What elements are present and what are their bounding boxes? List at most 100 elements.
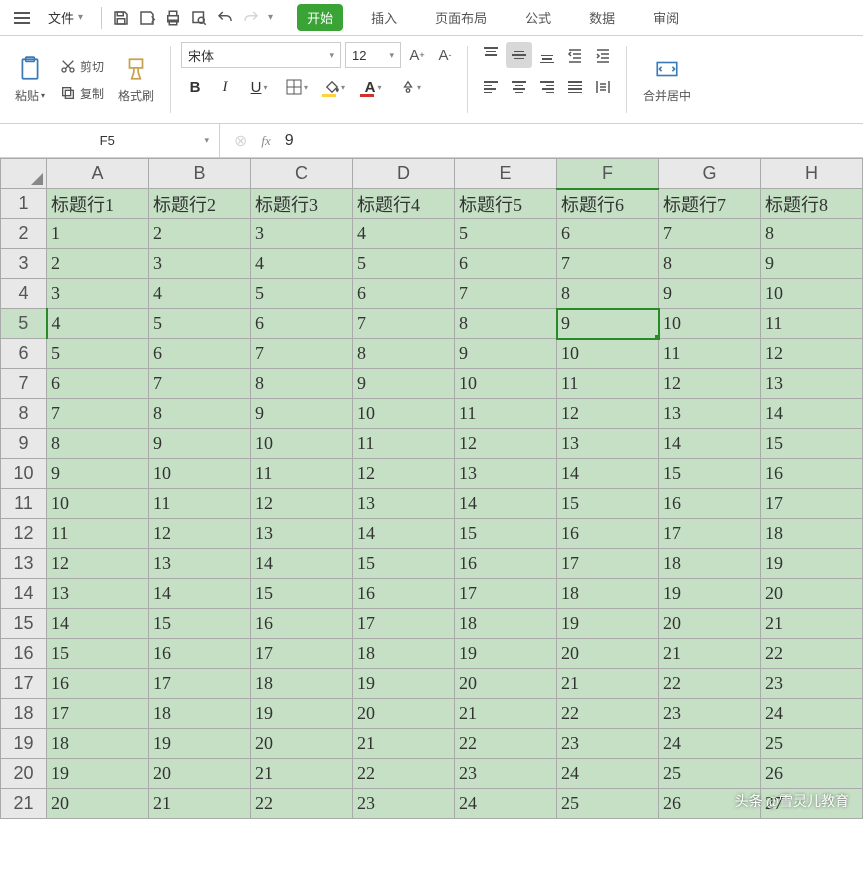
cell[interactable]: 14 <box>47 609 149 639</box>
cell[interactable]: 19 <box>557 609 659 639</box>
cell[interactable]: 19 <box>251 699 353 729</box>
font-size-selector[interactable]: 12 ▾ <box>345 42 401 68</box>
cell[interactable]: 7 <box>47 399 149 429</box>
increase-indent-button[interactable] <box>590 42 616 68</box>
cell[interactable]: 17 <box>659 519 761 549</box>
cell[interactable]: 19 <box>149 729 251 759</box>
effects-button[interactable]: ▾ <box>393 74 429 100</box>
cell[interactable]: 6 <box>455 249 557 279</box>
cell[interactable]: 19 <box>353 669 455 699</box>
print-icon[interactable] <box>164 9 182 27</box>
cell[interactable]: 11 <box>761 309 863 339</box>
cell[interactable]: 4 <box>353 219 455 249</box>
cell[interactable]: 6 <box>149 339 251 369</box>
fill-color-button[interactable]: ▾ <box>317 74 353 100</box>
menu-tab-1[interactable]: 插入 <box>361 4 407 31</box>
cell[interactable]: 21 <box>557 669 659 699</box>
cell[interactable]: 20 <box>659 609 761 639</box>
menu-tab-5[interactable]: 审阅 <box>643 4 689 31</box>
cell[interactable]: 22 <box>353 759 455 789</box>
cell[interactable]: 1 <box>47 219 149 249</box>
hamburger-icon[interactable] <box>8 6 36 30</box>
cell[interactable]: 15 <box>557 489 659 519</box>
row-header-15[interactable]: 15 <box>1 609 47 639</box>
row-header-11[interactable]: 11 <box>1 489 47 519</box>
cell[interactable]: 18 <box>149 699 251 729</box>
cell[interactable]: 12 <box>251 489 353 519</box>
row-header-14[interactable]: 14 <box>1 579 47 609</box>
cell[interactable]: 25 <box>557 789 659 819</box>
cell[interactable]: 标题行1 <box>47 189 149 219</box>
cell[interactable]: 15 <box>149 609 251 639</box>
cell[interactable]: 15 <box>353 549 455 579</box>
cell[interactable]: 11 <box>659 339 761 369</box>
cell[interactable]: 17 <box>761 489 863 519</box>
bold-button[interactable]: B <box>181 74 209 100</box>
cell[interactable]: 12 <box>557 399 659 429</box>
cell[interactable]: 9 <box>251 399 353 429</box>
cell[interactable]: 11 <box>353 429 455 459</box>
align-center-button[interactable] <box>506 74 532 100</box>
cell[interactable]: 24 <box>455 789 557 819</box>
borders-button[interactable]: ▾ <box>279 74 315 100</box>
align-left-button[interactable] <box>478 74 504 100</box>
row-header-19[interactable]: 19 <box>1 729 47 759</box>
cell[interactable]: 15 <box>47 639 149 669</box>
cell[interactable]: 13 <box>251 519 353 549</box>
cell[interactable]: 16 <box>47 669 149 699</box>
cell[interactable]: 18 <box>761 519 863 549</box>
cell[interactable]: 12 <box>149 519 251 549</box>
cell[interactable]: 13 <box>455 459 557 489</box>
cell[interactable]: 13 <box>47 579 149 609</box>
row-header-1[interactable]: 1 <box>1 189 47 219</box>
cell[interactable]: 标题行6 <box>557 189 659 219</box>
cell[interactable]: 17 <box>557 549 659 579</box>
cancel-icon[interactable]: ⊗ <box>234 131 247 151</box>
cell[interactable]: 18 <box>251 669 353 699</box>
cell[interactable]: 18 <box>455 609 557 639</box>
cell[interactable]: 8 <box>557 279 659 309</box>
cell[interactable]: 13 <box>353 489 455 519</box>
merge-center-button[interactable]: 合并居中 <box>637 42 697 117</box>
align-middle-button[interactable] <box>506 42 532 68</box>
cell[interactable]: 标题行8 <box>761 189 863 219</box>
font-color-button[interactable]: A▾ <box>355 74 391 100</box>
increase-font-button[interactable]: A+ <box>405 42 429 68</box>
file-menu[interactable]: 文件 ▾ <box>40 4 91 31</box>
cell[interactable]: 16 <box>353 579 455 609</box>
cell[interactable]: 标题行3 <box>251 189 353 219</box>
row-header-20[interactable]: 20 <box>1 759 47 789</box>
cell[interactable]: 10 <box>47 489 149 519</box>
cell[interactable]: 20 <box>761 579 863 609</box>
cell[interactable]: 11 <box>251 459 353 489</box>
cell[interactable]: 18 <box>47 729 149 759</box>
cell[interactable]: 18 <box>557 579 659 609</box>
row-header-4[interactable]: 4 <box>1 279 47 309</box>
cell[interactable]: 13 <box>659 399 761 429</box>
column-header-B[interactable]: B <box>149 159 251 189</box>
cell[interactable]: 标题行2 <box>149 189 251 219</box>
cell[interactable]: 15 <box>251 579 353 609</box>
cell[interactable]: 5 <box>47 339 149 369</box>
formula-input[interactable]: 9 <box>285 132 849 150</box>
menu-tab-2[interactable]: 页面布局 <box>425 4 497 31</box>
row-header-12[interactable]: 12 <box>1 519 47 549</box>
cell[interactable]: 16 <box>251 609 353 639</box>
cell[interactable]: 21 <box>761 609 863 639</box>
cell[interactable]: 9 <box>149 429 251 459</box>
cell[interactable]: 22 <box>659 669 761 699</box>
cell[interactable]: 14 <box>557 459 659 489</box>
cell[interactable]: 12 <box>353 459 455 489</box>
cell[interactable]: 21 <box>455 699 557 729</box>
cell[interactable]: 18 <box>659 549 761 579</box>
cell[interactable]: 17 <box>47 699 149 729</box>
cell[interactable]: 19 <box>761 549 863 579</box>
grid[interactable]: ABCDEFGH1标题行1标题行2标题行3标题行4标题行5标题行6标题行7标题行… <box>0 158 863 819</box>
menu-tab-0[interactable]: 开始 <box>297 4 343 31</box>
cell[interactable]: 25 <box>659 759 761 789</box>
cell[interactable]: 11 <box>149 489 251 519</box>
cell[interactable]: 22 <box>251 789 353 819</box>
cell[interactable]: 6 <box>251 309 353 339</box>
cell[interactable]: 12 <box>47 549 149 579</box>
column-header-E[interactable]: E <box>455 159 557 189</box>
